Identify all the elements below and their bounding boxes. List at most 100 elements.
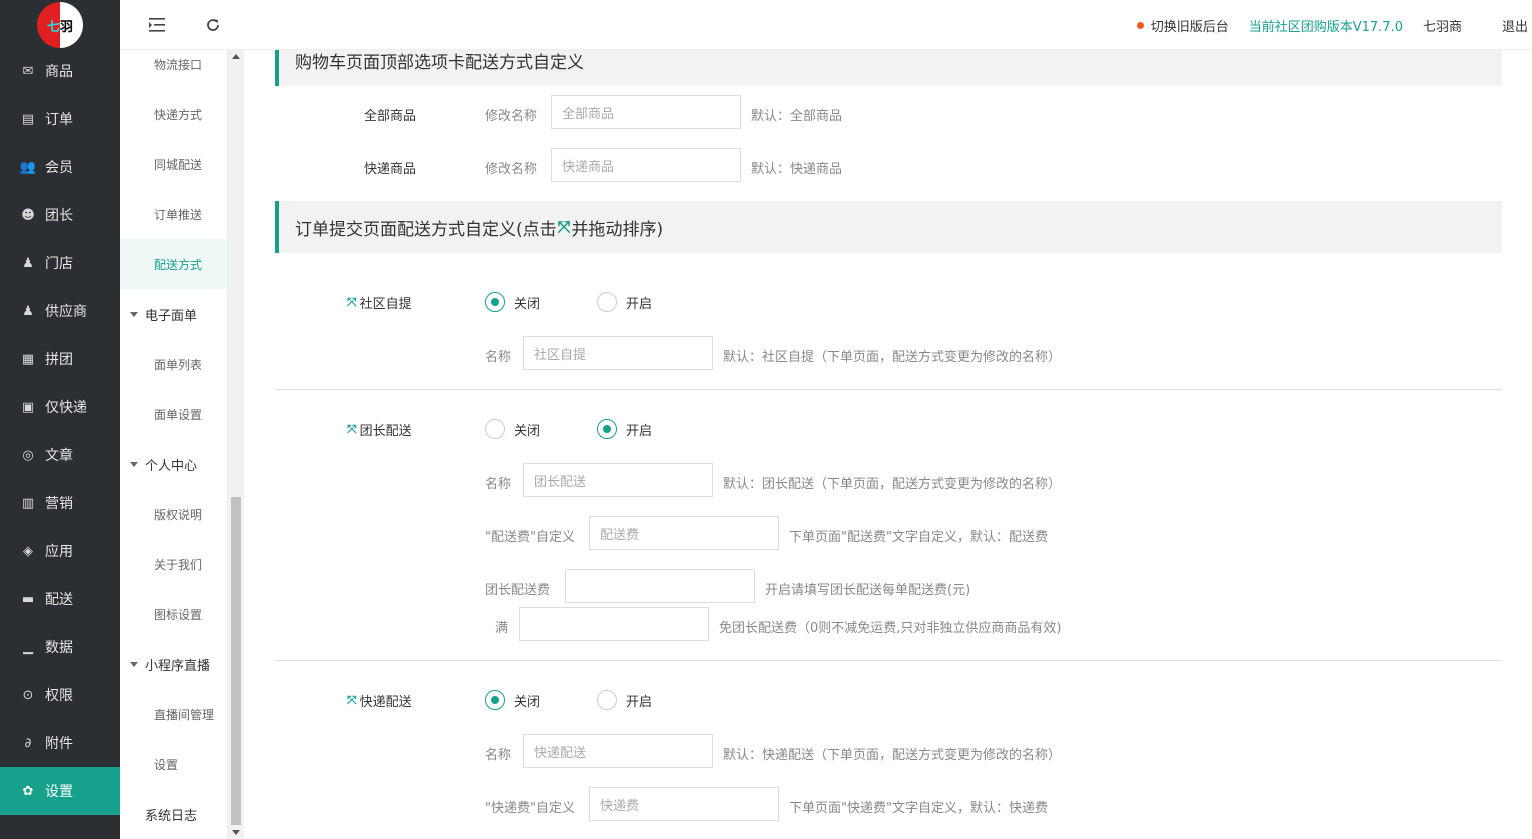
submenu-item-label: 个人中心: [145, 458, 198, 474]
express-fee-custom-input[interactable]: 快递费: [589, 787, 779, 821]
express-delivery-label: 快递配送: [359, 695, 412, 710]
submenu-item[interactable]: 快递方式: [120, 89, 227, 139]
submenu-group[interactable]: 个人中心: [120, 439, 227, 489]
switch-old-backend-link[interactable]: 切换旧版后台: [1136, 16, 1229, 35]
leader-delivery-open-radio[interactable]: 开启: [597, 419, 652, 439]
express-fee-custom-hint: 下单页面"快递费"文字自定义，默认：快递费: [789, 801, 1048, 816]
community-pickup-drag-handle[interactable]: ⤧ 社区自提: [347, 293, 412, 312]
sidebar-item[interactable]: ▁ 数据: [0, 623, 120, 671]
submenu-item-label: 直播间管理: [154, 707, 215, 722]
status-dot-icon: [1136, 21, 1144, 29]
leader-delivery-drag-handle[interactable]: ⤧ 团长配送: [347, 420, 412, 439]
sidebar-item[interactable]: ✿ 设置: [0, 767, 120, 815]
submenu-item-label: 小程序直播: [145, 658, 211, 674]
section-divider: [275, 389, 1502, 390]
leader-full-amount-input[interactable]: [519, 607, 709, 641]
gift-icon: ▥: [21, 495, 35, 511]
submenu-item[interactable]: 订单推送: [120, 189, 227, 239]
refresh-icon[interactable]: [202, 14, 224, 36]
leader-delivery-name-input[interactable]: 团长配送: [523, 463, 713, 497]
sidebar-nav: ✉ 商品 ▤ 订单 👥 会员 ☻ 团长 ♟ 门店 ♟ 供应商 ▦ 拼团 ▣ 仅快递 ◎ 文章 ▥ 营销 ◈ 应用 ▬ 配送 ▁ 数…: [0, 47, 120, 815]
community-pickup-close-radio[interactable]: 关闭: [485, 292, 540, 312]
submenu-item[interactable]: 设置: [120, 739, 227, 789]
sidebar-item[interactable]: ▤ 订单: [0, 95, 120, 143]
submenu-item[interactable]: 版权说明: [120, 489, 227, 539]
leader-fee-custom-label: "配送费"自定义: [485, 530, 575, 545]
all-goods-name-input[interactable]: 全部商品: [551, 95, 741, 129]
leader-full-hint: 免团长配送费（0则不减免运费,只对非独立供应商商品有效): [719, 621, 1062, 636]
submenu-item-label: 物流接口: [154, 57, 203, 72]
sidebar-item[interactable]: ▥ 营销: [0, 479, 120, 527]
submenu-item-label: 面单列表: [154, 357, 203, 372]
group-buy-icon: ▦: [21, 351, 35, 367]
sidebar-item-label: 供应商: [45, 304, 87, 320]
sidebar-item[interactable]: ♟ 门店: [0, 239, 120, 287]
gear-icon: ✿: [22, 783, 34, 799]
delivery-truck-icon: ▬: [21, 591, 35, 607]
submenu-item[interactable]: 物流接口: [120, 50, 227, 89]
radio-circle: [597, 292, 617, 312]
radio-circle: [597, 419, 617, 439]
sidebar-item[interactable]: ▣ 仅快递: [0, 383, 120, 431]
shop-name[interactable]: 七羽商: [1423, 16, 1462, 35]
header-actions: 切换旧版后台 当前社区团购版本V17.7.0 七羽商 退出: [1136, 0, 1532, 50]
radio-label: 开启: [626, 296, 653, 312]
express-delivery-open-radio[interactable]: 开启: [597, 690, 652, 710]
version-link[interactable]: 当前社区团购版本V17.7.0: [1249, 16, 1403, 35]
submenu-item[interactable]: 直播间管理: [120, 689, 227, 739]
submenu-item[interactable]: 同城配送: [120, 139, 227, 189]
submenu-item[interactable]: 关于我们: [120, 539, 227, 589]
submenu-group[interactable]: 电子面单: [120, 289, 227, 339]
submenu-item[interactable]: 面单列表: [120, 339, 227, 389]
radio-label: 开启: [626, 423, 653, 439]
sidebar-item[interactable]: 👥 会员: [0, 143, 120, 191]
sidebar-item[interactable]: ∂ 附件: [0, 719, 120, 767]
leader-delivery-close-radio[interactable]: 关闭: [485, 419, 540, 439]
sidebar-item[interactable]: ⊙ 权限: [0, 671, 120, 719]
logout-button[interactable]: 退出: [1502, 16, 1528, 35]
switch-old-label: 切换旧版后台: [1150, 19, 1229, 35]
sidebar-item[interactable]: ✉ 商品: [0, 47, 120, 95]
submenu-item[interactable]: 图标设置: [120, 589, 227, 639]
sidebar-item[interactable]: ▦ 拼团: [0, 335, 120, 383]
sidebar-item[interactable]: ◈ 应用: [0, 527, 120, 575]
drag-move-icon: ⤧: [347, 422, 357, 436]
submenu-item-label: 关于我们: [154, 557, 203, 572]
sidebar-item[interactable]: ♟ 供应商: [0, 287, 120, 335]
submenu-group[interactable]: 小程序直播: [120, 639, 227, 689]
scroll-up-icon[interactable]: [232, 54, 240, 59]
express-goods-default-hint: 默认：快递商品: [751, 162, 843, 177]
sidebar-item[interactable]: ▬ 配送: [0, 575, 120, 623]
submenu-group[interactable]: 系统日志: [120, 789, 227, 839]
logo[interactable]: 七羽: [0, 0, 120, 50]
leader-delivery-label: 团长配送: [359, 424, 412, 439]
collapse-menu-icon[interactable]: [147, 14, 169, 36]
drag-move-icon: ⤧: [347, 295, 357, 309]
express-delivery-close-radio[interactable]: 关闭: [485, 690, 540, 710]
express-delivery-drag-handle[interactable]: ⤧ 快递配送: [347, 691, 412, 710]
scroll-thumb[interactable]: [231, 497, 241, 825]
submenu-item-label: 设置: [154, 757, 179, 772]
leader-fee-custom-input[interactable]: 配送费: [589, 516, 779, 550]
express-delivery-name-label: 名称: [485, 748, 512, 763]
sidebar-item-label: 设置: [45, 784, 73, 800]
sidebar-item-label: 仅快递: [45, 400, 87, 416]
sidebar-item[interactable]: ◎ 文章: [0, 431, 120, 479]
express-delivery-name-input[interactable]: 快递配送: [523, 734, 713, 768]
community-pickup-open-radio[interactable]: 开启: [597, 292, 652, 312]
express-goods-rename-label: 修改名称: [485, 162, 538, 177]
radio-label: 关闭: [514, 423, 541, 439]
leader-fee-input[interactable]: [565, 569, 755, 603]
sidebar-item-label: 团长: [45, 208, 73, 224]
sidebar-item[interactable]: ☻ 团长: [0, 191, 120, 239]
submenu-item[interactable]: 面单设置: [120, 389, 227, 439]
radio-label: 关闭: [514, 694, 541, 710]
drag-move-icon: ⤧: [557, 217, 571, 236]
submenu-scrollbar[interactable]: [228, 50, 244, 839]
scroll-down-icon[interactable]: [232, 830, 240, 835]
sidebar-item-label: 会员: [45, 160, 73, 176]
submenu-item-label: 面单设置: [154, 407, 203, 422]
community-pickup-name-input[interactable]: 社区自提: [523, 336, 713, 370]
express-goods-name-input[interactable]: 快递商品: [551, 148, 741, 182]
submenu-item[interactable]: 配送方式: [120, 239, 227, 289]
